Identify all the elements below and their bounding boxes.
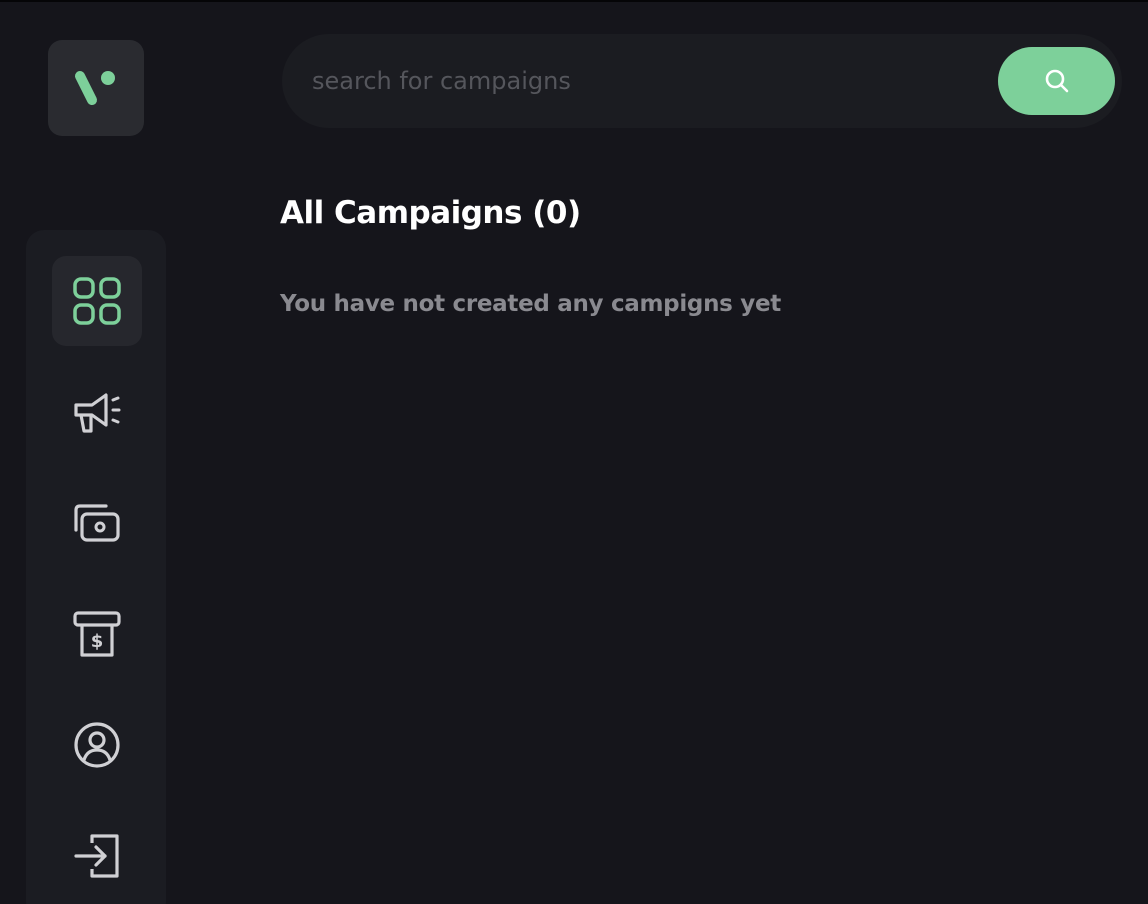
sidebar-item-dashboard[interactable] [52,256,142,346]
sidebar-item-profile[interactable] [52,700,142,790]
receipt-dollar-icon: $ [73,611,121,657]
app-window: $ All Campaigns (0) [0,0,1148,904]
logo-icon [75,71,115,105]
search-input[interactable] [310,58,974,104]
money-icon [74,504,120,542]
empty-state-message: You have not created any campigns yet [280,291,781,317]
svg-text:$: $ [91,631,104,652]
sidebar-nav: $ [26,230,166,904]
sidebar-item-payments[interactable] [52,478,142,568]
search-bar [282,34,1122,128]
sidebar-item-logout[interactable] [52,811,142,901]
dashboard-grid-icon [73,277,121,325]
user-profile-icon [74,722,120,768]
search-icon [1045,69,1068,93]
sidebar-item-billing[interactable]: $ [52,589,142,679]
search-button[interactable] [998,47,1115,115]
app-logo[interactable] [48,40,144,136]
sign-in-icon [74,834,119,878]
megaphone-icon [74,393,121,433]
page-title: All Campaigns (0) [280,195,581,231]
sidebar-item-campaigns[interactable] [52,367,142,457]
